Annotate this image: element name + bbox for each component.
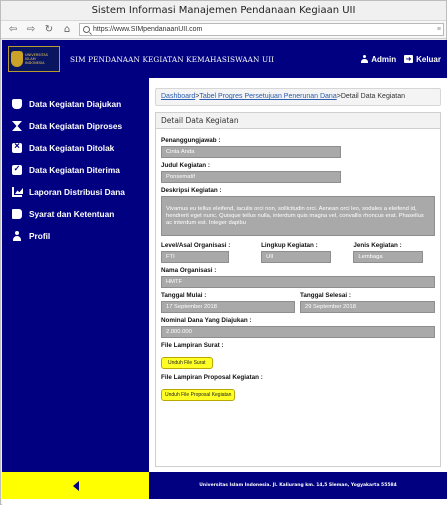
sidebar-item-laporan[interactable]: Laporan Distribusi Dana (2, 181, 149, 203)
sidebar-item-label: Data Kegiatan Ditolak (29, 143, 115, 153)
admin-button[interactable]: Admin (361, 55, 396, 64)
university-seal-icon (11, 51, 23, 67)
admin-label: Admin (371, 54, 397, 64)
sidebar-item-label: Data Kegiatan Diterima (29, 165, 120, 175)
organisasi-row: Level/Asal Organisasi : FTI Lingkup Kegi… (161, 238, 435, 263)
nominal-label: Nominal Dana Yang Diajukan : (161, 317, 252, 324)
logo-text-line: INDONESIA (25, 61, 45, 65)
footer-address: Universitas Islam Indonesia. Jl. Kaliura… (149, 472, 447, 499)
breadcrumb-tabel-progres[interactable]: Tabel Progres Persetujuan Penerunan Dana (199, 93, 336, 100)
address-bar-url: https://www.SIMpendanaanUII.com (93, 26, 203, 33)
user-icon (12, 231, 22, 241)
jenis-field: Lembaga (353, 251, 424, 263)
refresh-icon[interactable]: ↻ (43, 24, 55, 36)
judul-label: Judul Kegiatan : (161, 162, 210, 169)
penanggungjawab-field: Cinta Anda (161, 146, 341, 158)
sidebar-item-label: Syarat dan Ketentuan (29, 209, 115, 219)
jenis-label: Jenis Kegiatan : (353, 242, 402, 249)
tanggal-row: Tanggal Mulai : 17 September 2018 Tangga… (161, 288, 435, 313)
breadcrumb-dashboard[interactable]: Dashboard (161, 93, 195, 100)
logo-text: UNIVERSITAS ISLAM INDONESIA (25, 53, 48, 65)
sidebar-item-diproses[interactable]: Data Kegiatan Diproses (2, 115, 149, 137)
app-title: SIM PENDANAAN KEGIATAN KEMAHASISWAAN UII (70, 54, 275, 64)
lingkup-label: Lingkup Kegiatan : (261, 242, 318, 249)
footer: Universitas Islam Indonesia. Jl. Kaliura… (2, 472, 447, 499)
surat-label: File Lampiran Surat : (161, 342, 224, 349)
sidebar-item-diajukan[interactable]: Data Kegiatan Diajukan (2, 93, 149, 115)
deskripsi-field: Vivamus eu tellus eleifend, iaculis orci… (161, 196, 435, 236)
breadcrumb: Dashboard>Tabel Progres Persetujuan Pene… (155, 88, 441, 106)
browser-toolbar: ⇦ ⇨ ↻ ⌂ https://www.SIMpendanaanUII.com … (1, 21, 446, 39)
sidebar: Data Kegiatan Diajukan Data Kegiatan Dip… (2, 78, 149, 472)
tanggal-selesai-col: Tanggal Selesai : 29 September 2018 (300, 288, 435, 313)
sidebar-item-diterima[interactable]: Data Kegiatan Diterima (2, 159, 149, 181)
jenis-col: Jenis Kegiatan : Lembaga (353, 238, 435, 263)
tanggal-mulai-col: Tanggal Mulai : 17 September 2018 (161, 288, 300, 313)
university-logo[interactable]: UNIVERSITAS ISLAM INDONESIA (8, 46, 60, 72)
app-header: UNIVERSITAS ISLAM INDONESIA SIM PENDANAA… (2, 40, 447, 78)
sidebar-item-profil[interactable]: Profil (2, 225, 149, 247)
collapse-arrow-icon (72, 480, 79, 491)
download-proposal-button[interactable]: Unduh File Proposal Kegiatan (161, 389, 236, 401)
logout-button[interactable]: ➜ Keluar (404, 55, 441, 64)
lingkup-col: Lingkup Kegiatan : UII (261, 238, 353, 263)
user-icon (361, 55, 369, 63)
tanggal-selesai-field: 29 September 2018 (300, 301, 435, 313)
hourglass-icon (12, 121, 22, 131)
tanggal-mulai-field: 17 September 2018 (161, 301, 295, 313)
detail-panel: Detail Data Kegiatan Penanggungjawab : C… (155, 112, 441, 467)
search-icon (83, 26, 90, 33)
sidebar-collapse-button[interactable] (2, 472, 149, 499)
level-label: Level/Asal Organisasi : (161, 242, 231, 249)
tanggal-mulai-label: Tanggal Mulai : (161, 292, 207, 299)
lingkup-field: UII (261, 251, 332, 263)
back-icon[interactable]: ⇦ (7, 24, 19, 36)
sidebar-item-syarat[interactable]: Syarat dan Ketentuan (2, 203, 149, 225)
deskripsi-label: Deskripsi Kegiatan : (161, 187, 222, 194)
panel-body: Penanggungjawab : Cinta Anda Judul Kegia… (156, 129, 440, 402)
header-actions: Admin ➜ Keluar (361, 55, 441, 64)
area-chart-icon (12, 187, 22, 197)
sidebar-item-label: Laporan Distribusi Dana (29, 187, 125, 197)
logout-label: Keluar (416, 54, 441, 64)
sidebar-item-label: Profil (29, 231, 51, 241)
organisasi-field: HMTF (161, 276, 435, 288)
nominal-field: 2.000.000 (161, 326, 435, 338)
browser-window: Sistem Informasi Manajemen Pendanaan Keg… (0, 0, 447, 505)
reject-icon (12, 141, 22, 153)
sidebar-item-label: Data Kegiatan Diproses (29, 121, 123, 131)
page: UNIVERSITAS ISLAM INDONESIA SIM PENDANAA… (2, 40, 447, 505)
level-col: Level/Asal Organisasi : FTI (161, 238, 261, 263)
check-icon (12, 164, 22, 175)
judul-field: Ponsematif (161, 171, 341, 183)
sidebar-item-ditolak[interactable]: Data Kegiatan Ditolak (2, 137, 149, 159)
proposal-label: File Lampiran Proposal Kegiatan : (161, 374, 263, 381)
inbox-icon (12, 99, 22, 109)
download-surat-button[interactable]: Unduh File Surat (161, 357, 213, 369)
home-icon[interactable]: ⌂ (61, 24, 73, 36)
forward-icon[interactable]: ⇨ (25, 24, 37, 36)
logout-icon: ➜ (404, 55, 414, 63)
main-content: Dashboard>Tabel Progres Persetujuan Pene… (149, 78, 447, 472)
menu-icon[interactable]: ≡ (437, 26, 443, 33)
sidebar-item-label: Data Kegiatan Diajukan (29, 99, 122, 109)
organisasi-label: Nama Organisasi : (161, 267, 217, 274)
penanggungjawab-label: Penanggungjawab : (161, 137, 221, 144)
level-field: FTI (161, 251, 229, 263)
book-icon (12, 209, 22, 219)
tanggal-selesai-label: Tanggal Selesai : (300, 292, 351, 299)
window-title: Sistem Informasi Manajemen Pendanaan Keg… (1, 1, 446, 21)
address-bar[interactable]: https://www.SIMpendanaanUII.com ≡ (79, 23, 444, 36)
panel-title: Detail Data Kegiatan (156, 113, 440, 129)
breadcrumb-current: Detail Data Kegiatan (340, 93, 406, 100)
